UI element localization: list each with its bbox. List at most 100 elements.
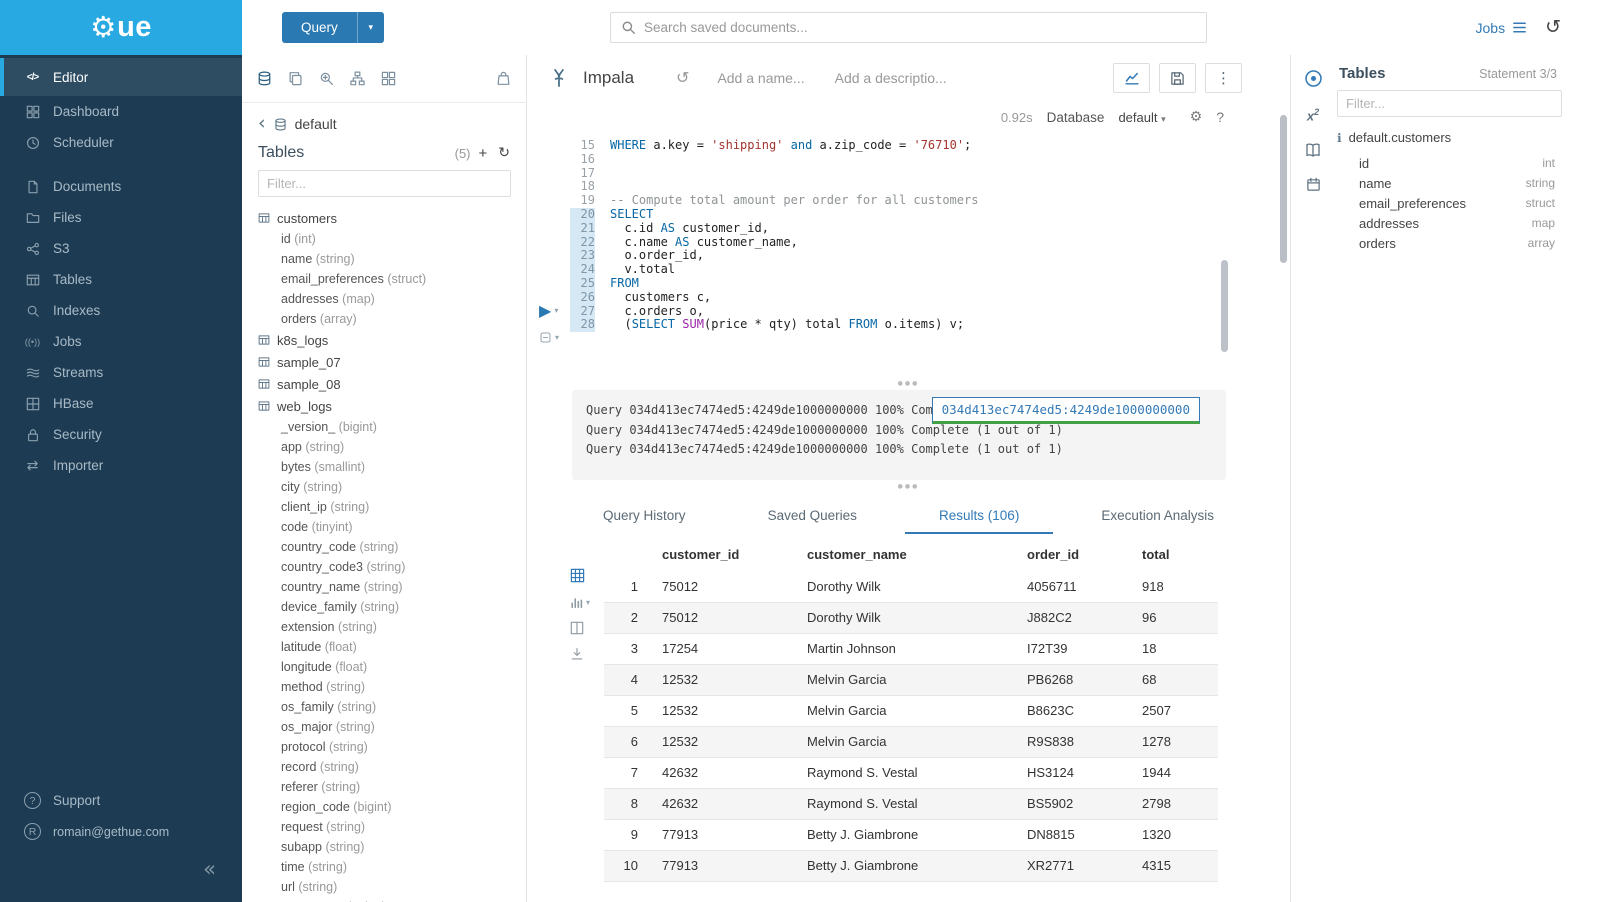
- tree-column[interactable]: country_code (string): [258, 537, 510, 557]
- assistant-icon[interactable]: [1304, 69, 1323, 88]
- right-column[interactable]: idint: [1337, 153, 1555, 173]
- refresh-icon[interactable]: ↻: [498, 146, 510, 160]
- tree-column[interactable]: user_agent (string): [258, 897, 510, 902]
- tree-column[interactable]: url (string): [258, 877, 510, 897]
- search-input[interactable]: [644, 20, 1196, 35]
- active-table-row[interactable]: ℹ default.customers: [1337, 130, 1591, 145]
- code-line-16[interactable]: 16: [570, 153, 1290, 167]
- tree-column[interactable]: client_ip (string): [258, 497, 510, 517]
- chart-button[interactable]: [1113, 63, 1150, 93]
- sidebar-item-tables[interactable]: Tables: [0, 264, 242, 295]
- sitemap-icon[interactable]: [350, 71, 365, 86]
- sidebar-item-files[interactable]: Files: [0, 202, 242, 233]
- back-chevron-icon[interactable]: ‹: [258, 116, 266, 131]
- schedule-icon[interactable]: [1306, 177, 1321, 192]
- tree-column[interactable]: protocol (string): [258, 737, 510, 757]
- functions-icon[interactable]: x2: [1307, 107, 1319, 123]
- code-line-21[interactable]: 21 c.id AS customer_id,: [570, 222, 1290, 236]
- language-docs-icon[interactable]: [1305, 142, 1321, 158]
- jobs-link[interactable]: Jobs: [1476, 20, 1528, 36]
- results-column-header[interactable]: order_id: [1017, 538, 1132, 571]
- tree-column[interactable]: region_code (bigint): [258, 797, 510, 817]
- sidebar-item-account[interactable]: R romain@gethue.com: [0, 816, 242, 847]
- query-id-popup[interactable]: 034d413ec7474ed5:4249de1000000000: [932, 397, 1200, 424]
- tree-column[interactable]: country_name (string): [258, 577, 510, 597]
- sidebar-item-editor[interactable]: </>Editor: [0, 58, 242, 96]
- tree-column[interactable]: os_major (string): [258, 717, 510, 737]
- results-row[interactable]: 412532Melvin GarciaPB626868: [604, 664, 1218, 695]
- tree-column[interactable]: id (int): [258, 229, 510, 249]
- results-chart-icon[interactable]: [570, 595, 584, 609]
- sidebar-item-streams[interactable]: Streams: [0, 357, 242, 388]
- tree-table-k8s_logs[interactable]: k8s_logs: [258, 329, 510, 351]
- results-download-icon[interactable]: [570, 647, 584, 661]
- database-source-icon[interactable]: [257, 71, 272, 86]
- tree-column[interactable]: latitude (float): [258, 637, 510, 657]
- results-row[interactable]: 512532Melvin GarciaB8623C2507: [604, 695, 1218, 726]
- sidebar-item-dashboard[interactable]: Dashboard: [0, 96, 242, 127]
- right-column[interactable]: namestring: [1337, 173, 1555, 193]
- code-line-23[interactable]: 23 o.order_id,: [570, 249, 1290, 263]
- editor-history-icon[interactable]: ↺: [676, 70, 689, 86]
- tree-table-sample_07[interactable]: sample_07: [258, 351, 510, 373]
- right-filter-input[interactable]: [1337, 90, 1562, 117]
- results-row[interactable]: 842632Raymond S. VestalBS59022798: [604, 788, 1218, 819]
- right-column[interactable]: addressesmap: [1337, 213, 1555, 233]
- tab-saved-queries[interactable]: Saved Queries: [734, 501, 891, 534]
- new-query-button[interactable]: Query: [282, 12, 357, 43]
- right-column[interactable]: ordersarray: [1337, 233, 1555, 253]
- tree-column[interactable]: bytes (smallint): [258, 457, 510, 477]
- code-line-27[interactable]: 27 c.orders o,: [570, 305, 1290, 319]
- tree-table-web_logs[interactable]: web_logs: [258, 395, 510, 417]
- help-icon[interactable]: ?: [1216, 110, 1224, 124]
- more-actions-button[interactable]: ⋮: [1205, 63, 1242, 93]
- tree-column[interactable]: app (string): [258, 437, 510, 457]
- execute-button[interactable]: ▶▾: [539, 303, 559, 319]
- apps-grid-icon[interactable]: [381, 71, 396, 86]
- sidebar-item-indexes[interactable]: Indexes: [0, 295, 242, 326]
- tree-column[interactable]: country_code3 (string): [258, 557, 510, 577]
- results-row[interactable]: 317254Martin JohnsonI72T3918: [604, 633, 1218, 664]
- tree-table-sample_08[interactable]: sample_08: [258, 373, 510, 395]
- tree-column[interactable]: orders (array): [258, 309, 510, 329]
- code-line-25[interactable]: 25FROM: [570, 277, 1290, 291]
- results-columns-icon[interactable]: [570, 621, 584, 635]
- query-history-icon[interactable]: ↺: [1545, 18, 1561, 37]
- tree-column[interactable]: code (tinyint): [258, 517, 510, 537]
- bag-icon[interactable]: [496, 71, 511, 86]
- results-grid-icon[interactable]: [570, 568, 585, 583]
- code-line-19[interactable]: 19-- Compute total amount per order for …: [570, 194, 1290, 208]
- tree-table-customers[interactable]: customers: [258, 207, 510, 229]
- sidebar-item-scheduler[interactable]: Scheduler: [0, 127, 242, 158]
- tree-column[interactable]: name (string): [258, 249, 510, 269]
- code-line-26[interactable]: 26 customers c,: [570, 291, 1290, 305]
- right-column[interactable]: email_preferencesstruct: [1337, 193, 1555, 213]
- tab-results[interactable]: Results (106): [905, 501, 1053, 534]
- settings-gear-icon[interactable]: ⚙: [1190, 110, 1203, 124]
- results-row[interactable]: 275012Dorothy WilkJ882C296: [604, 602, 1218, 633]
- tree-column[interactable]: method (string): [258, 677, 510, 697]
- database-selector[interactable]: default ▾: [1118, 110, 1165, 125]
- new-query-dropdown-button[interactable]: ▾: [357, 12, 384, 43]
- query-name-input[interactable]: Add a name...: [717, 70, 804, 86]
- sidebar-item-s3[interactable]: S3: [0, 233, 242, 264]
- sidebar-item-support[interactable]: ? Support: [0, 785, 242, 816]
- tree-column[interactable]: record (string): [258, 757, 510, 777]
- code-line-20[interactable]: 20SELECT: [570, 208, 1290, 222]
- tree-column[interactable]: _version_ (bigint): [258, 417, 510, 437]
- tree-column[interactable]: subapp (string): [258, 837, 510, 857]
- code-line-28[interactable]: 28 (SELECT SUM(price * qty) total FROM o…: [570, 318, 1290, 332]
- tree-column[interactable]: device_family (string): [258, 597, 510, 617]
- sidebar-item-security[interactable]: Security: [0, 419, 242, 450]
- results-row[interactable]: 742632Raymond S. VestalHS31241944: [604, 757, 1218, 788]
- results-row[interactable]: 175012Dorothy Wilk4056711918: [604, 571, 1218, 602]
- sidebar-item-jobs[interactable]: ((•))Jobs: [0, 326, 242, 357]
- tree-column[interactable]: email_preferences (struct): [258, 269, 510, 289]
- results-row[interactable]: 1077913Betty J. GiambroneXR27714315: [604, 850, 1218, 881]
- tree-column[interactable]: addresses (map): [258, 289, 510, 309]
- results-row[interactable]: 977913Betty J. GiambroneDN88151320: [604, 819, 1218, 850]
- hue-logo[interactable]: ⚙ ue: [0, 0, 242, 55]
- sidebar-collapse-button[interactable]: «: [0, 847, 242, 880]
- code-editor[interactable]: 15WHERE a.key = 'shipping' and a.zip_cod…: [527, 133, 1290, 377]
- sidebar-item-documents[interactable]: Documents: [0, 171, 242, 202]
